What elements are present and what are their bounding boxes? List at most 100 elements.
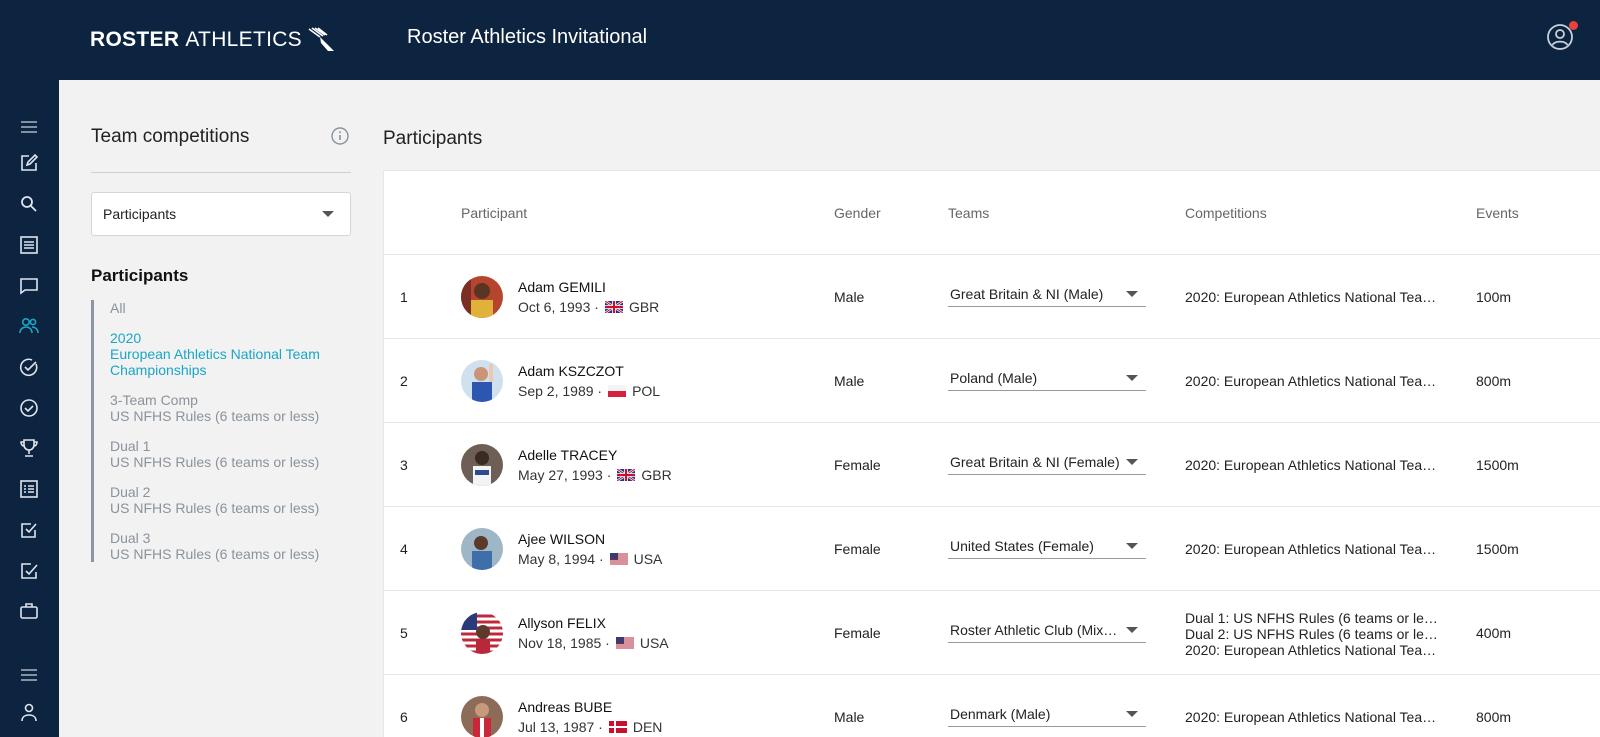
event-value: 800m xyxy=(1476,709,1512,725)
team-select-value: Poland (Male) xyxy=(950,370,1038,386)
filter-item-dual-3[interactable]: Dual 3 US NFHS Rules (6 teams or less) xyxy=(94,530,351,562)
participants-table: Participant Gender Teams Competitions Ev… xyxy=(383,170,1600,737)
participant-name[interactable]: Adelle TRACEY xyxy=(518,447,617,463)
date-of-birth: Nov 18, 1985 · xyxy=(518,635,610,651)
team-select-value: Great Britain & NI (Female) xyxy=(950,454,1120,470)
avatar[interactable] xyxy=(461,528,503,570)
filter-item-label: Dual 3 xyxy=(110,530,151,546)
column-header-events[interactable]: Events xyxy=(1476,205,1519,221)
competitions-value: 2020: European Athletics National Team C… xyxy=(1185,541,1440,557)
avatar[interactable] xyxy=(461,360,503,402)
competition-line: 2020: European Athletics National Team C… xyxy=(1185,642,1440,658)
filter-item-sublabel: US NFHS Rules (6 teams or less) xyxy=(110,546,320,562)
column-header-competitions[interactable]: Competitions xyxy=(1185,205,1267,221)
team-select[interactable]: Poland (Male) xyxy=(948,363,1146,391)
country-code: DEN xyxy=(632,719,663,735)
chevron-down-icon xyxy=(1126,627,1138,633)
menu-icon[interactable] xyxy=(17,115,41,139)
chat-icon[interactable] xyxy=(17,274,41,298)
menu-icon-secondary[interactable] xyxy=(17,663,41,687)
filter-item-label: All xyxy=(110,300,126,316)
filter-item-label: 2020 xyxy=(110,330,142,346)
gbr-flag-icon xyxy=(617,469,636,481)
avatar[interactable] xyxy=(461,276,503,318)
table-row[interactable]: 4 Ajee WILSON May 8, 1994 · USA Female U… xyxy=(384,507,1600,591)
team-select[interactable]: Great Britain & NI (Male) xyxy=(948,279,1146,307)
briefcase-icon[interactable] xyxy=(17,599,41,623)
participant-info: May 27, 1993 · GBR xyxy=(518,467,672,483)
competition-line: Dual 2: US NFHS Rules (6 teams or less) xyxy=(1185,626,1440,642)
filter-item-all[interactable]: All xyxy=(94,300,351,316)
country-code: GBR xyxy=(641,467,672,483)
column-header-participant[interactable]: Participant xyxy=(461,205,527,221)
filter-item-dual-2[interactable]: Dual 2 US NFHS Rules (6 teams or less) xyxy=(94,484,351,516)
participant-info: Sep 2, 1989 · POL xyxy=(518,383,660,399)
table-row[interactable]: 6 Andreas BUBE Jul 13, 1987 · DEN Male D… xyxy=(384,675,1600,737)
table-row[interactable]: 3 Adelle TRACEY May 27, 1993 · GBR Femal… xyxy=(384,423,1600,507)
filter-item-sublabel: US NFHS Rules (6 teams or less) xyxy=(110,408,320,424)
table-row[interactable]: 5 Allyson FELIX Nov 18, 1985 · USA Femal… xyxy=(384,591,1600,675)
people-icon[interactable] xyxy=(17,314,41,338)
event-value: 1500m xyxy=(1476,541,1519,557)
logo-text-bold: ROSTER xyxy=(90,28,180,51)
team-select[interactable]: United States (Female) xyxy=(948,531,1146,559)
avatar[interactable] xyxy=(461,612,503,654)
person-icon[interactable] xyxy=(17,700,41,724)
list-icon[interactable] xyxy=(17,233,41,257)
competitions-value: 2020: European Athletics National Team C… xyxy=(1185,289,1440,305)
edit-icon[interactable] xyxy=(17,151,41,175)
team-competitions-panel: Team competitions Participants Participa… xyxy=(59,80,381,737)
filter-item-sublabel: Championships xyxy=(110,362,207,378)
gender-value: Female xyxy=(834,457,881,473)
checkbox-icon[interactable] xyxy=(17,518,41,542)
info-icon[interactable] xyxy=(330,126,350,146)
team-select[interactable]: Denmark (Male) xyxy=(948,699,1146,727)
column-header-teams[interactable]: Teams xyxy=(948,205,989,221)
left-rail xyxy=(0,80,59,737)
filter-item-sublabel: US NFHS Rules (6 teams or less) xyxy=(110,500,320,516)
check-circle-outline-icon[interactable] xyxy=(17,396,41,420)
list-alt-icon[interactable] xyxy=(17,477,41,501)
row-number: 1 xyxy=(400,289,408,305)
filter-item-sublabel: European Athletics National Team xyxy=(110,346,320,362)
row-number: 2 xyxy=(400,373,408,389)
participant-info: Jul 13, 1987 · DEN xyxy=(518,719,662,735)
usa-flag-icon xyxy=(615,637,634,649)
table-row[interactable]: 1 Adam GEMILI Oct 6, 1993 · GBR Male Gre… xyxy=(384,255,1600,339)
app-title: Roster Athletics Invitational xyxy=(407,26,648,48)
table-header: Participant Gender Teams Competitions Ev… xyxy=(384,171,1600,255)
table-row[interactable]: 2 Adam KSZCZOT Sep 2, 1989 · POL Male Po… xyxy=(384,339,1600,423)
participant-name[interactable]: Allyson FELIX xyxy=(518,615,606,631)
participant-name[interactable]: Ajee WILSON xyxy=(518,531,605,547)
avatar[interactable] xyxy=(461,696,503,737)
team-select[interactable]: Great Britain & NI (Female) xyxy=(948,447,1146,475)
participant-name[interactable]: Adam KSZCZOT xyxy=(518,363,624,379)
date-of-birth: Sep 2, 1989 · xyxy=(518,383,603,399)
row-number: 4 xyxy=(400,541,408,557)
participant-info: Nov 18, 1985 · USA xyxy=(518,635,669,651)
filter-item-dual-1[interactable]: Dual 1 US NFHS Rules (6 teams or less) xyxy=(94,438,351,470)
view-select[interactable]: Participants xyxy=(91,192,351,236)
pol-flag-icon xyxy=(608,385,627,397)
trophy-icon[interactable] xyxy=(17,436,41,460)
country-code: GBR xyxy=(628,299,660,315)
view-select-value: Participants xyxy=(103,206,177,222)
gender-value: Female xyxy=(834,541,881,557)
top-bar: ROSTER ATHLETICS Roster Athletics Invita… xyxy=(0,0,1600,80)
country-code: USA xyxy=(639,635,669,651)
search-icon[interactable] xyxy=(17,192,41,216)
filter-item-2020-european[interactable]: 2020 European Athletics National Team Ch… xyxy=(94,330,351,378)
date-of-birth: Jul 13, 1987 · xyxy=(518,719,603,735)
check-circle-icon[interactable] xyxy=(17,355,41,379)
participant-name[interactable]: Adam GEMILI xyxy=(518,279,606,295)
row-number: 6 xyxy=(400,709,408,725)
country-code: POL xyxy=(632,383,661,399)
checklist-icon[interactable] xyxy=(17,558,41,582)
filter-item-3-team-comp[interactable]: 3-Team Comp US NFHS Rules (6 teams or le… xyxy=(94,392,351,424)
roster-athletics-logo[interactable]: ROSTER ATHLETICS xyxy=(90,27,336,53)
row-number: 5 xyxy=(400,625,408,641)
avatar[interactable] xyxy=(461,444,503,486)
participant-name[interactable]: Andreas BUBE xyxy=(518,699,612,715)
team-select[interactable]: Roster Athletic Club (Mixed) xyxy=(948,615,1146,643)
column-header-gender[interactable]: Gender xyxy=(834,205,881,221)
